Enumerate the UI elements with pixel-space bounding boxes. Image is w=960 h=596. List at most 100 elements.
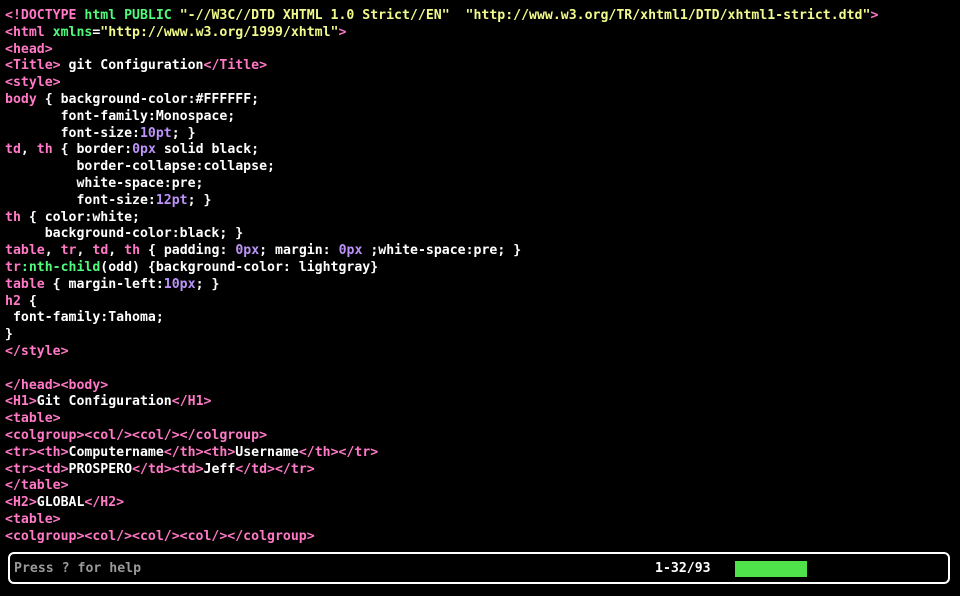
code-token: { background-color:#FFFFFF; [36,91,260,107]
code-token: <colgroup><col/><col/><col/></colgroup> [5,528,315,544]
code-token: font-size: [5,125,140,141]
code-line: th { color:white; [5,210,955,227]
code-token: th [36,142,53,158]
code-token: , [76,243,93,259]
code-token: font-family:Monospace; [5,108,236,124]
code-token: 0px [132,142,156,158]
code-line: <table> [5,512,955,529]
code-token: Git Configuration [36,394,172,410]
code-token: h2 [5,293,21,309]
help-hint: Press ? for help [14,561,142,576]
code-token: GLOBAL [36,495,85,511]
code-token: PROSPERO [68,461,133,477]
code-token: ; } [171,125,196,141]
code-token: Computername [68,444,164,460]
code-token: 0px [338,243,363,259]
code-token: <!DOCTYPE [5,8,85,23]
code-token: 10pt [139,125,172,141]
code-token: td [5,142,21,158]
code-token: , [108,243,125,259]
code-token: { [20,293,37,309]
code-token: </H1> [171,394,212,410]
code-token: </head><body> [5,377,109,393]
code-token: </td><td> [132,461,204,477]
code-token: font-size: [5,192,156,208]
code-token: table [5,243,45,259]
code-token: > [338,24,347,40]
code-token: tr [60,243,77,259]
code-token: { padding: [140,243,236,259]
code-token: 0px [235,243,260,259]
code-token: </H2> [84,495,125,511]
code-line: <head> [5,42,955,59]
code-token: (odd) {background-color: lightgray} [100,259,379,275]
code-token: ; } [187,192,212,208]
code-token: <html [5,24,53,40]
code-line: font-size:10pt; } [5,126,955,143]
code-line: </table> [5,478,955,495]
code-token: git Configuration [60,58,204,74]
code-token: </table> [5,478,69,494]
code-token: } [5,327,13,343]
code-token: "-//W3C//DTD XHTML 1.0 Strict//EN" "http… [179,8,871,23]
code-line: } [5,327,955,344]
code-token: Jeff [203,461,236,477]
code-line: table { margin-left:10px; } [5,277,955,294]
line-position: 1-32/93 [655,561,711,576]
code-line: tr:nth-child(odd) {background-color: lig… [5,260,955,277]
code-token: <table> [5,511,61,527]
code-token: table [5,276,45,292]
code-line: white-space:pre; [5,176,955,193]
code-line: <H1>Git Configuration</H1> [5,394,955,411]
code-token: ; } [195,276,220,292]
code-token: { margin-left: [44,276,164,292]
code-token: <H2> [5,495,37,511]
code-token: <colgroup><col/><col/></colgroup> [5,427,268,443]
scroll-progress-bar [735,561,807,577]
code-token: , [20,142,37,158]
code-token: ; margin: [259,243,339,259]
code-line: <colgroup><col/><col/><col/></colgroup> [5,529,955,546]
code-line: font-family:Tahoma; [5,310,955,327]
code-token: { border: [52,142,133,158]
code-token: Username [235,444,299,460]
status-bar: Press ? for help 1-32/93 [8,552,950,584]
code-token: </td></tr> [235,461,315,477]
code-token: </th><th> [163,444,236,460]
code-token: <H1> [5,394,37,410]
code-token: <Title> [5,58,61,74]
code-token: , [44,243,61,259]
code-line: background-color:black; } [5,226,955,243]
code-view[interactable]: <!DOCTYPE html PUBLIC "-//W3C//DTD XHTML… [5,8,955,548]
code-line: td, th { border:0px solid black; [5,142,955,159]
code-token: <head> [5,41,53,57]
code-line: body { background-color:#FFFFFF; [5,92,955,109]
code-token: <tr><td> [5,461,69,477]
code-line: border-collapse:collapse; [5,159,955,176]
code-line: <colgroup><col/><col/></colgroup> [5,428,955,445]
code-token: td [92,243,109,259]
code-line: </head><body> [5,378,955,395]
code-token: th [124,243,141,259]
code-line: font-family:Monospace; [5,109,955,126]
code-token: </Title> [203,58,268,74]
scroll-progress-fill [735,561,807,577]
code-token: <style> [5,75,61,91]
code-token: 10px [163,276,196,292]
code-line: <style> [5,75,955,92]
code-token: </style> [5,343,69,359]
code-token: xmlns [52,24,93,40]
code-token: { color:white; [20,209,140,225]
code-token: solid black; [155,142,260,158]
code-line: <!DOCTYPE html PUBLIC "-//W3C//DTD XHTML… [5,8,955,25]
code-line: font-size:12pt; } [5,193,955,210]
code-token: background-color:black; } [5,226,244,242]
code-token: </th></tr> [298,444,379,460]
code-line: <tr><th>Computername</th><th>Username</t… [5,445,955,462]
code-token: font-family:Tahoma; [5,310,164,326]
code-token: <table> [5,411,61,427]
code-token: :nth-child [20,259,101,275]
code-token: html PUBLIC [84,8,180,23]
code-token: th [5,209,21,225]
